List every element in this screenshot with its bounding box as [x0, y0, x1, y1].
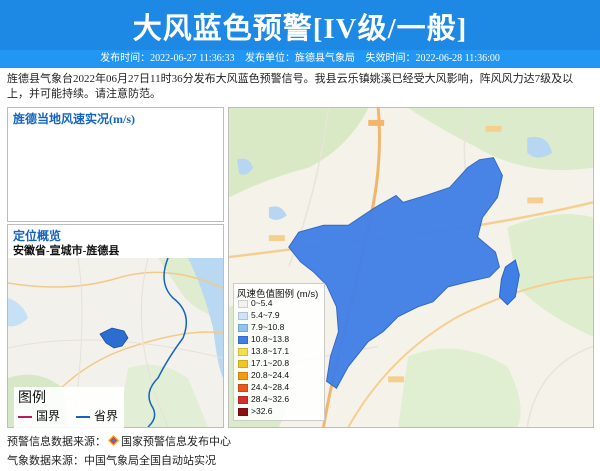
map-legend-title: 图例 [18, 389, 46, 405]
wind-legend-item: 7.9~10.8 [238, 322, 284, 333]
wind-speed-panel: 旌德当地风速实况(m/s) [7, 107, 224, 222]
wind-legend-item: 24.4~28.4 [238, 382, 289, 393]
wind-legend-item: 13.8~17.1 [238, 346, 289, 357]
warning-meta-bar: 发布时间：2022-06-27 11:36:33 发布单位：旌德县气象局 失效时… [0, 50, 600, 68]
wind-legend-item: 28.4~32.6 [238, 394, 289, 405]
publish-time: 发布时间：2022-06-27 11:36:33 [100, 53, 235, 64]
warning-source-label: 预警信息数据来源： [7, 436, 106, 448]
publisher: 发布单位：旌德县气象局 [245, 53, 355, 64]
province-border-line-icon [76, 415, 90, 418]
warning-description: 旌德县气象台2022年06月27日11时36分发布大风蓝色预警信号。我县云乐镇姚… [7, 73, 574, 100]
national-border-line-icon [18, 415, 32, 418]
wind-legend-item: >32.6 [238, 406, 273, 417]
warning-banner: 大风蓝色预警[IV级/一般] [0, 0, 600, 50]
location-path: 安徽省-宣城市-旌德县 [13, 245, 120, 257]
map-legend: 图例 国界 省界 [14, 387, 124, 429]
legend-item-province-border: 省界 [76, 407, 118, 424]
expire-time: 失效时间：2022-06-28 11:36:00 [365, 53, 500, 64]
legend-item-national-border: 国界 [18, 407, 60, 424]
wind-speed-legend: 风速色值图例 (m/s) 0~5.4 5.4~7.9 7.9~10.8 10.8… [233, 283, 325, 421]
wind-legend-item: 0~5.4 [238, 298, 273, 309]
warning-source-org[interactable]: 国家预警信息发布中心 [121, 436, 231, 448]
wind-legend-item: 10.8~13.8 [238, 334, 289, 345]
warning-source-line: 预警信息数据来源： 国家预警信息发布中心 [7, 433, 231, 449]
wind-speed-panel-title: 旌德当地风速实况(m/s) [13, 112, 135, 126]
wind-legend-item: 20.8~24.4 [238, 370, 289, 381]
warning-center-logo-icon [108, 435, 119, 446]
wind-legend-item: 5.4~7.9 [238, 310, 280, 321]
weather-source-line: 气象数据来源：中国气象局全国自动站实况 [7, 455, 216, 467]
wind-legend-item: 17.1~20.8 [238, 358, 289, 369]
warning-title: 大风蓝色预警[IV级/一般] [132, 13, 468, 45]
